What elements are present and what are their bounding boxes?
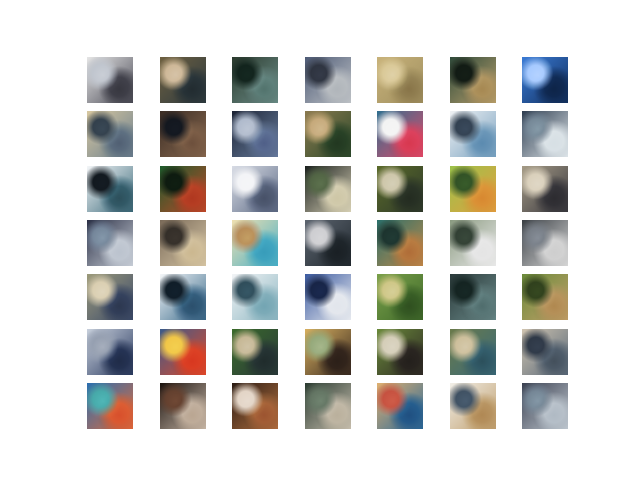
grid-image-tile bbox=[87, 57, 133, 103]
grid-image-tile bbox=[160, 329, 206, 375]
grid-image-tile bbox=[377, 220, 423, 266]
grid-image-tile bbox=[377, 274, 423, 320]
grid-image-tile bbox=[377, 111, 423, 157]
grid-image-tile bbox=[522, 57, 568, 103]
grid-image-tile bbox=[305, 220, 351, 266]
grid-image-tile bbox=[232, 57, 278, 103]
image-grid-figure bbox=[0, 0, 640, 480]
grid-image-tile bbox=[160, 57, 206, 103]
grid-image-tile bbox=[377, 329, 423, 375]
grid-image-tile bbox=[232, 383, 278, 429]
grid-image-tile bbox=[160, 274, 206, 320]
grid-image-tile bbox=[232, 329, 278, 375]
grid-image-tile bbox=[305, 57, 351, 103]
grid-image-tile bbox=[305, 383, 351, 429]
grid-image-tile bbox=[450, 111, 496, 157]
grid-image-tile bbox=[377, 166, 423, 212]
grid-image-tile bbox=[87, 166, 133, 212]
grid-image-tile bbox=[450, 383, 496, 429]
grid-image-tile bbox=[305, 166, 351, 212]
grid-image-tile bbox=[232, 274, 278, 320]
grid-image-tile bbox=[87, 274, 133, 320]
grid-image-tile bbox=[377, 57, 423, 103]
grid-image-tile bbox=[87, 329, 133, 375]
grid-image-tile bbox=[87, 383, 133, 429]
grid-image-tile bbox=[450, 166, 496, 212]
grid-image-tile bbox=[160, 383, 206, 429]
grid-image-tile bbox=[522, 220, 568, 266]
grid-image-tile bbox=[522, 166, 568, 212]
grid-image-tile bbox=[522, 383, 568, 429]
grid-image-tile bbox=[450, 274, 496, 320]
grid-image-tile bbox=[232, 166, 278, 212]
grid-image-tile bbox=[305, 274, 351, 320]
grid-image-tile bbox=[232, 220, 278, 266]
grid-image-tile bbox=[450, 329, 496, 375]
grid-image-tile bbox=[305, 111, 351, 157]
grid-image-tile bbox=[160, 111, 206, 157]
grid-image-tile bbox=[87, 111, 133, 157]
grid-image-tile bbox=[160, 220, 206, 266]
grid-image-tile bbox=[232, 111, 278, 157]
grid-image-tile bbox=[377, 383, 423, 429]
grid-image-tile bbox=[160, 166, 206, 212]
grid-image-tile bbox=[522, 111, 568, 157]
grid-image-tile bbox=[87, 220, 133, 266]
grid-image-tile bbox=[522, 274, 568, 320]
grid-image-tile bbox=[522, 329, 568, 375]
grid-image-tile bbox=[450, 220, 496, 266]
grid-image-tile bbox=[450, 57, 496, 103]
grid-image-tile bbox=[305, 329, 351, 375]
